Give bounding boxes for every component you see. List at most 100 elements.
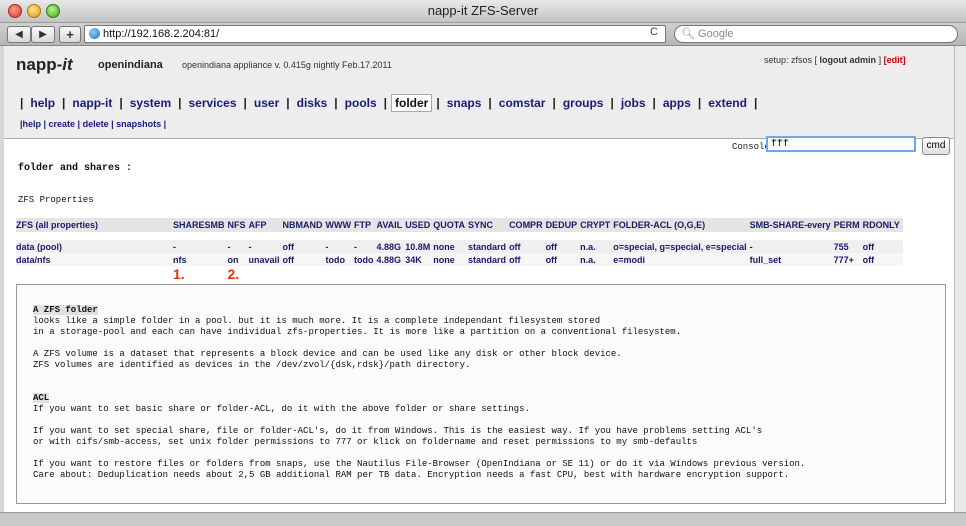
info-line: or with cifs/smb-access, set unix folder… (33, 437, 698, 447)
logo-text: napp- (16, 55, 63, 74)
sub-nav[interactable]: |help | create | delete | snapshots | (20, 119, 166, 129)
nav-pools[interactable]: pools (342, 95, 380, 111)
info-line: If you want to set basic share or folder… (33, 404, 530, 414)
cell: - (248, 241, 252, 252)
info-line: If you want to restore files or folders … (33, 459, 806, 469)
vertical-scrollbar[interactable] (954, 46, 966, 512)
napp-it-logo[interactable]: napp-it (16, 55, 73, 75)
col-header: ZFS (all properties) (16, 220, 99, 230)
address-bar[interactable]: http://192.168.2.204:81/ (84, 25, 666, 43)
nav-comstar[interactable]: comstar (496, 95, 549, 111)
cell: full_set (749, 254, 782, 265)
info-line: A ZFS volume is a dataset that represent… (33, 349, 622, 359)
cell: n.a. (580, 254, 596, 265)
cell: standard (468, 241, 507, 252)
cell: off (282, 254, 295, 265)
cell: none (433, 241, 455, 252)
col-header: SHARESMB (173, 220, 225, 230)
col-header: RDONLY (862, 220, 900, 230)
nav-napp-it[interactable]: napp-it (69, 95, 115, 111)
title-bar: napp-it ZFS-Server (0, 0, 966, 23)
col-header: CRYPT (580, 220, 611, 230)
reload-button[interactable]: C (650, 26, 658, 38)
cell-nfs[interactable]: on (228, 253, 249, 266)
nav-help[interactable]: help (27, 95, 58, 111)
cell: - (354, 241, 358, 252)
appliance-version: openindiana appliance v. 0.415g nightly … (182, 60, 392, 70)
cell: off (862, 241, 875, 252)
brand-name: openindiana (98, 59, 163, 71)
col-header: AFP (248, 220, 267, 230)
edit-link[interactable]: [edit] (884, 55, 906, 65)
col-header: AVAIL (376, 220, 403, 230)
console-input[interactable] (766, 136, 916, 152)
nav-apps[interactable]: apps (660, 95, 694, 111)
nav-system[interactable]: system (127, 95, 174, 111)
col-header: COMPR (509, 220, 543, 230)
search-placeholder: Google (698, 28, 734, 40)
cell: 777+ (833, 254, 854, 265)
info-line: in a storage-pool and each can have indi… (33, 327, 682, 337)
info-line: Care about: Deduplication needs about 2,… (33, 470, 790, 480)
info-line: If you want to set special share, file o… (33, 426, 763, 436)
col-header: PERM (833, 220, 860, 230)
cell: none (433, 254, 455, 265)
col-header: DEDUP (545, 220, 578, 230)
main-nav: | help | napp-it | system | services | user | disks… (20, 94, 758, 112)
nav-services[interactable]: services (185, 95, 239, 111)
nav-groups[interactable]: groups (560, 95, 607, 111)
cell: o=special, g=special, e=special (613, 241, 747, 252)
acl-title: ACL (33, 393, 50, 403)
info-line: ZFS volumes are identified as devices in… (33, 360, 471, 370)
nav-extend[interactable]: extend (705, 95, 750, 111)
info-text: A ZFS folder looks like a simple folder … (33, 305, 805, 481)
page-content: napp-it openindiana openindiana applianc… (4, 46, 954, 512)
forward-button[interactable]: ▶ (31, 26, 55, 43)
url-text: http://192.168.2.204:81/ (103, 28, 220, 40)
cell: unavail (248, 254, 280, 265)
back-button[interactable]: ◀ (7, 26, 31, 43)
reload-icon: C (650, 26, 658, 38)
table-row[interactable]: data (pool) - - - off - - 4.88G 10.8M no… (16, 240, 903, 253)
cell-zfs-name[interactable]: data (pool) (16, 240, 173, 253)
zfs-properties-table: ZFS (all properties) SHARESMB NFS AFP NB… (16, 218, 903, 282)
cell: off (862, 254, 875, 265)
globe-icon (89, 28, 100, 39)
cell: off (509, 241, 521, 252)
setup-text: setup: zfsos [ (764, 55, 818, 65)
search-field[interactable]: 🔍︎ Google (674, 25, 958, 43)
col-header: FTP (354, 220, 372, 230)
cell-zfs-name[interactable]: data/nfs (16, 253, 173, 266)
col-header: SMB-SHARE-every (749, 220, 831, 230)
cell: todo (354, 254, 374, 265)
cell: 4.88G (376, 254, 402, 265)
close-bracket: ] (878, 55, 882, 65)
nav-snaps[interactable]: snaps (444, 95, 485, 111)
nav-disks[interactable]: disks (294, 95, 331, 111)
cell: off (545, 254, 558, 265)
info-line: looks like a simple folder in a pool. bu… (33, 316, 601, 326)
nav-folder[interactable]: folder (391, 94, 433, 112)
nav-user[interactable]: user (251, 95, 282, 111)
table-row[interactable]: data/nfs nfs on unavail off todo todo 4.… (16, 253, 903, 266)
cell: standard (468, 254, 507, 265)
cell: e=modi (613, 254, 646, 265)
cell: 10.8M (405, 241, 431, 252)
cell: - (325, 241, 329, 252)
cell-sharesmb[interactable]: nfs (173, 253, 228, 266)
add-bookmark-button[interactable]: + (59, 26, 81, 43)
cell: off (545, 241, 558, 252)
cell: 34K (405, 254, 422, 265)
annotation-mark-1: 1. (173, 266, 185, 282)
col-header: WWW (325, 220, 352, 230)
nav-jobs[interactable]: jobs (618, 95, 649, 111)
page-header: napp-it openindiana openindiana applianc… (4, 46, 954, 139)
search-icon: 🔍︎ (681, 28, 695, 40)
col-header: NFS (227, 220, 246, 230)
logout-link[interactable]: logout admin (820, 55, 877, 65)
setup-line: setup: zfsos [ logout admin ] [edit] (764, 55, 906, 65)
col-header: NBMAND (282, 220, 323, 230)
cmd-button[interactable]: cmd (922, 137, 950, 155)
annotation-mark-2: 2. (227, 266, 240, 282)
cell: off (509, 254, 521, 265)
